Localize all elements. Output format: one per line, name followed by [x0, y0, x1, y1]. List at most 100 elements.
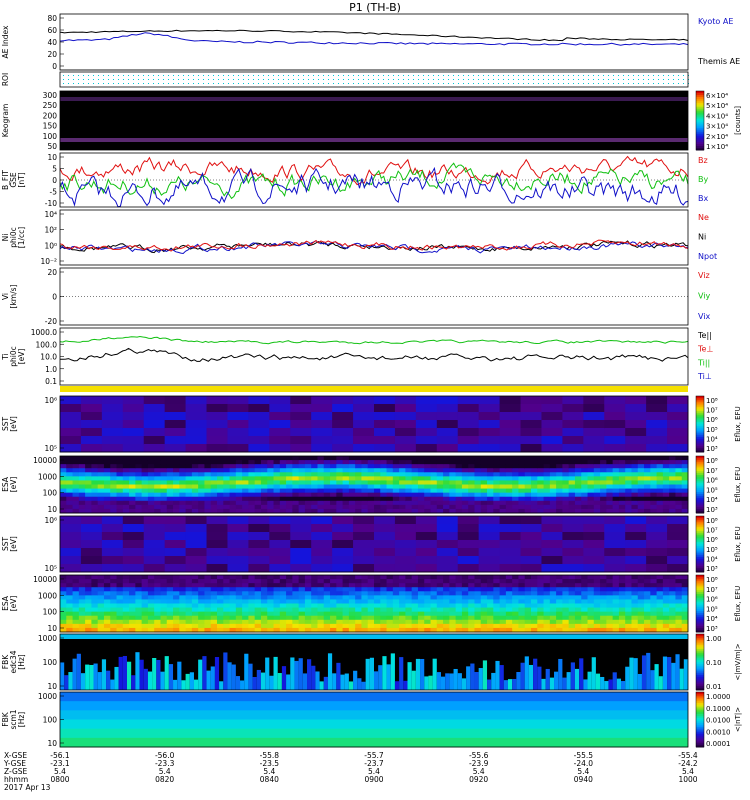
spectrogram-cell [424, 480, 432, 485]
roi-dot [573, 75, 574, 76]
spectrogram-cell [122, 460, 130, 465]
spectrogram-cell [374, 564, 396, 573]
spectrogram-cell [60, 524, 82, 533]
spectrogram-cell [242, 460, 249, 465]
roi-dot [213, 79, 214, 80]
fbk-bar [240, 680, 245, 690]
spectrogram-cell [468, 607, 475, 613]
spectrogram-cell [292, 575, 300, 580]
spectrogram-cell [361, 500, 369, 506]
roi-dot [373, 75, 374, 76]
roi-dot [658, 75, 659, 76]
spectrogram-cell [556, 603, 563, 609]
spectrogram-cell [457, 564, 480, 573]
spectrogram-cell [650, 603, 658, 609]
spectrogram-cell [386, 480, 394, 485]
spectrogram-cell [229, 464, 237, 469]
spectrogram-cell [135, 595, 143, 600]
spectrogram-cell [223, 607, 231, 613]
spectrogram-cell [399, 488, 406, 494]
spectrogram-cell [110, 599, 118, 604]
roi-dot [303, 83, 304, 84]
colorbar-tick-label: 10⁴ [706, 615, 718, 623]
roi-dot [158, 75, 159, 76]
spectrogram-cell [143, 540, 166, 549]
spectrogram-cell [235, 480, 243, 485]
spectrogram-cell [581, 595, 589, 600]
spectrogram-cell [637, 472, 645, 477]
roi-dot [208, 83, 209, 84]
spectrogram-cell [185, 460, 193, 465]
spectrogram-cell [223, 472, 231, 477]
spectrogram-cell [449, 496, 457, 502]
spectrogram-cell [227, 444, 249, 453]
spectrogram-cell [468, 496, 475, 502]
spectrogram-cell [204, 619, 212, 625]
spectrogram-cell [587, 472, 595, 477]
spectrogram-cell [223, 476, 231, 481]
fbk-bar [403, 680, 408, 690]
spectrogram-cell [468, 575, 475, 580]
spectrogram-cell [574, 476, 582, 481]
spectrogram-cell [604, 404, 626, 413]
spectrogram-cell [254, 456, 262, 461]
spectrogram-cell [164, 532, 187, 541]
spectrogram-cell [493, 623, 501, 629]
spectrogram-cell [179, 480, 187, 485]
spectrogram-cell [543, 619, 551, 625]
spectrogram-cell [323, 607, 331, 613]
roi-dot [653, 83, 654, 84]
spectrogram-cell [361, 488, 369, 494]
roi-dot [203, 75, 204, 76]
fbk-bar [93, 663, 98, 690]
spectrogram-cell [78, 611, 86, 617]
spectrogram-cell [468, 595, 475, 600]
spectrogram-cell [411, 591, 419, 596]
spectrogram-cell [468, 472, 475, 477]
spectrogram-cell [574, 496, 582, 502]
spectrogram-cell [662, 579, 670, 584]
spectrogram-cell [374, 428, 396, 437]
spectrogram-cell [531, 583, 538, 588]
spectrogram-cell [129, 611, 136, 617]
roi-dot [428, 75, 429, 76]
spectrogram-cell [650, 575, 658, 580]
roi-dot [328, 75, 329, 76]
spectrogram-cell [487, 579, 494, 584]
spectrogram-cell [330, 615, 337, 621]
spectrogram-cell [581, 496, 589, 502]
fbk-bar [399, 657, 404, 690]
spectrogram-cell [292, 603, 300, 609]
colorbar-tick-label: 10⁶ [706, 416, 718, 424]
spectrogram-cell [248, 532, 270, 541]
spectrogram-cell [543, 464, 551, 469]
spectrogram-cell [273, 456, 281, 461]
spectrogram-cell [520, 548, 542, 557]
fbk-bar [369, 657, 374, 690]
spectrogram-cell [520, 444, 542, 453]
roi-dot [543, 79, 544, 80]
roi-dot [288, 83, 289, 84]
spectrogram-cell [656, 464, 664, 469]
spectrogram-cell [449, 464, 457, 469]
spectrogram-cell [531, 591, 538, 596]
spectrogram-cell [405, 575, 413, 580]
roi-dot [268, 83, 269, 84]
spectrogram-cell [562, 564, 584, 573]
spectrogram-cell [242, 583, 249, 588]
spectrogram-cell [587, 603, 595, 609]
spectrogram-cell [164, 436, 187, 445]
spectrogram-cell [330, 488, 337, 494]
roi-dot [103, 79, 104, 80]
spectrogram-cell [273, 591, 281, 596]
spectrogram-cell [669, 575, 676, 580]
spectrogram-cell [556, 464, 563, 469]
spectrogram-cell [286, 464, 293, 469]
spectrogram-cell [625, 472, 632, 477]
spectrogram-cell [160, 460, 168, 465]
spectrogram-cell [612, 472, 620, 477]
spectrogram-cell [91, 496, 99, 502]
spectrogram-cell [549, 599, 557, 604]
spectrogram-cell [80, 396, 103, 405]
spectrogram-cell [480, 456, 488, 461]
